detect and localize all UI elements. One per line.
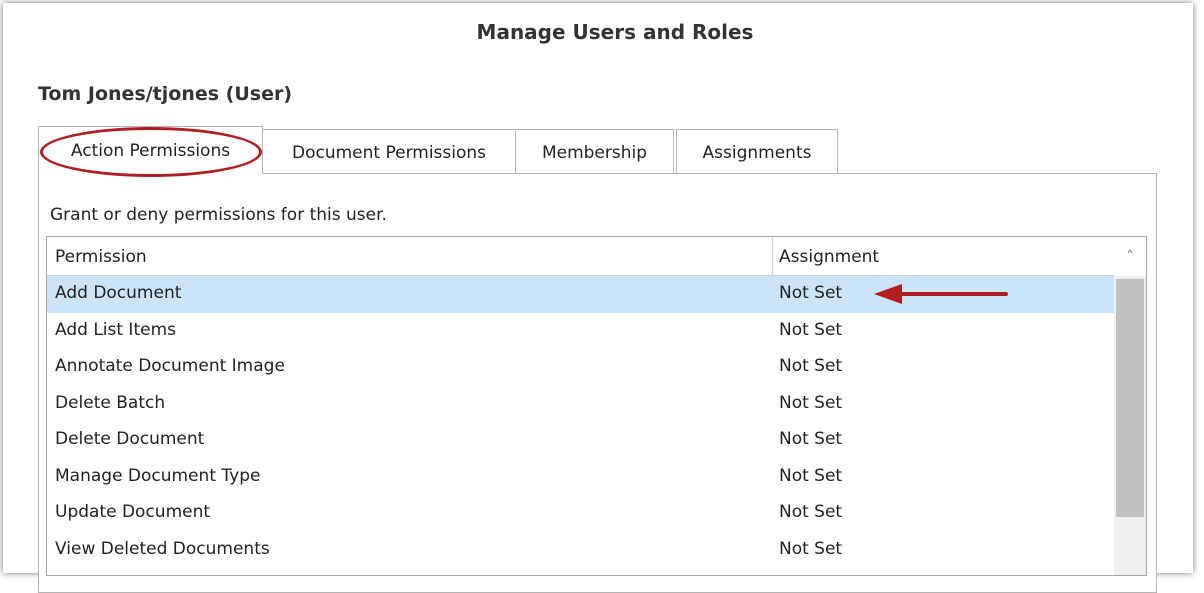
scroll-thumb[interactable] <box>1116 279 1144 517</box>
panel-description: Grant or deny permissions for this user. <box>50 205 387 225</box>
permission-cell: Update Document <box>55 502 211 522</box>
permission-cell: Manage Document Type <box>55 465 261 486</box>
assignment-cell[interactable]: Not Set <box>779 393 842 413</box>
assignment-cell[interactable]: Not Set <box>779 539 842 559</box>
vertical-scrollbar[interactable]: ˄ <box>1114 237 1146 575</box>
permission-cell: View Deleted Documents <box>55 538 270 559</box>
tab-document-permissions[interactable]: Document Permissions <box>262 129 516 175</box>
permission-cell: Delete Document <box>55 429 205 449</box>
assignment-cell[interactable]: Not Set <box>779 466 842 486</box>
assignment-cell[interactable]: Not Set <box>779 429 842 449</box>
permission-cell: Annotate Document Image <box>55 356 285 376</box>
column-divider <box>772 237 773 275</box>
chevron-up-icon[interactable]: ˄ <box>1114 237 1146 276</box>
tab-assignments[interactable]: Assignments <box>676 129 838 175</box>
table-row[interactable]: Manage Document Type Not Set <box>47 459 1114 496</box>
table-row[interactable]: Update Document Not Set <box>47 495 1114 532</box>
permission-cell: Add Document <box>55 283 182 303</box>
grid-rows: Add Document Not Set Add List Items Not Set… <box>47 276 1114 568</box>
permission-cell: Add List Items <box>55 319 176 340</box>
table-row[interactable]: Add List Items Not Set <box>47 313 1114 350</box>
table-row[interactable]: Annotate Document Image Not Set <box>47 349 1114 386</box>
window-title: Manage Users and Roles <box>476 20 754 44</box>
assignment-cell[interactable]: Not Set <box>779 356 842 376</box>
tab-label: Assignments <box>702 142 812 163</box>
table-row[interactable]: Delete Batch Not Set <box>47 386 1114 423</box>
user-heading: Tom Jones/tjones (User) <box>38 83 293 105</box>
tab-label: Action Permissions <box>70 140 231 161</box>
tab-membership[interactable]: Membership <box>515 129 674 175</box>
table-row[interactable]: Delete Document Not Set <box>47 422 1114 459</box>
tab-action-permissions[interactable]: Action Permissions <box>38 126 263 174</box>
grid-header: Permission Assignment <box>47 237 1114 276</box>
column-header-permission[interactable]: Permission <box>55 247 147 267</box>
assignment-cell[interactable]: Not Set <box>779 502 842 522</box>
assignment-cell[interactable]: Not Set <box>779 283 842 303</box>
tab-label: Membership <box>541 142 648 163</box>
assignment-cell[interactable]: Not Set <box>779 320 842 340</box>
tab-label: Document Permissions <box>291 142 487 163</box>
permission-cell: Delete Batch <box>55 392 166 413</box>
arrow-left-icon <box>874 284 1008 304</box>
column-header-assignment[interactable]: Assignment <box>779 247 879 267</box>
